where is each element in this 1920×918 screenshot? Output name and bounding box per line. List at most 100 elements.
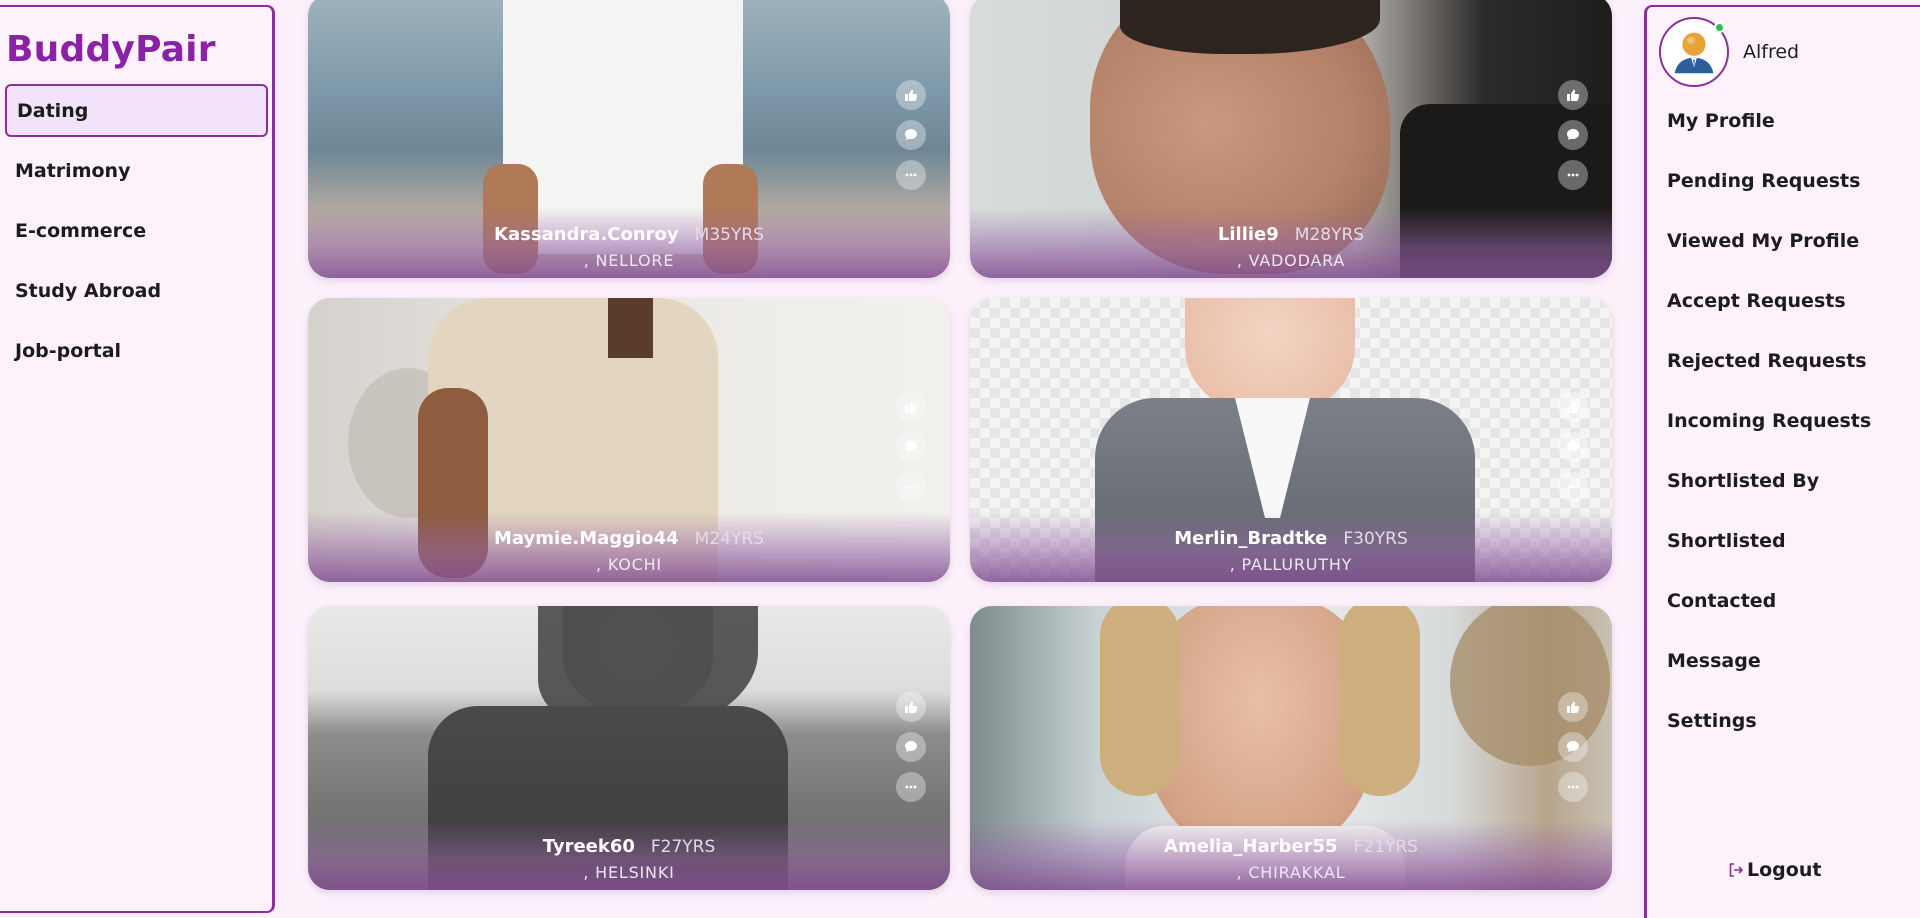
profile-card[interactable]: Amelia_Harber55 F21YRS , CHIRAKKAL	[970, 606, 1612, 890]
profile-card[interactable]: Kassandra.Conroy M35YRS , NELLORE	[308, 0, 950, 278]
menu-item-rejected-requests[interactable]: Rejected Requests	[1667, 331, 1871, 391]
card-info: Kassandra.Conroy M35YRS , NELLORE	[308, 224, 950, 270]
profile-meta: F21YRS	[1353, 837, 1418, 857]
profile-card[interactable]: Maymie.Maggio44 M24YRS , KOCHI	[308, 298, 950, 582]
profile-meta: F30YRS	[1343, 529, 1408, 549]
card-actions	[896, 392, 926, 512]
more-icon	[905, 785, 917, 789]
comment-icon	[905, 129, 917, 140]
card-info: Amelia_Harber55 F21YRS , CHIRAKKAL	[970, 836, 1612, 882]
profile-location: , KOCHI	[596, 555, 662, 574]
thumbs-up-icon	[905, 401, 918, 413]
profile-name[interactable]: Maymie.Maggio44	[494, 528, 679, 549]
comment-button[interactable]	[896, 432, 926, 462]
card-actions	[896, 80, 926, 200]
card-info: Merlin_Bradtke F30YRS , PALLURUTHY	[970, 528, 1612, 574]
profile-name[interactable]: Kassandra.Conroy	[494, 224, 679, 245]
menu-item-viewed-my-profile[interactable]: Viewed My Profile	[1667, 211, 1871, 271]
profile-meta: M28YRS	[1294, 225, 1365, 245]
like-button[interactable]	[896, 80, 926, 110]
comment-icon	[905, 741, 917, 752]
avatar[interactable]	[1659, 17, 1729, 87]
card-actions	[896, 692, 926, 812]
left-nav: Dating Matrimony E-commerce Study Abroad…	[5, 84, 268, 384]
menu-item-my-profile[interactable]: My Profile	[1667, 91, 1871, 151]
menu-item-accept-requests[interactable]: Accept Requests	[1667, 271, 1871, 331]
profile-name[interactable]: Lillie9	[1218, 224, 1279, 245]
menu-item-shortlisted[interactable]: Shortlisted	[1667, 511, 1871, 571]
nav-item-job-portal[interactable]: Job-portal	[5, 324, 268, 377]
account-menu: My Profile Pending Requests Viewed My Pr…	[1667, 105, 1871, 765]
menu-item-pending-requests[interactable]: Pending Requests	[1667, 151, 1871, 211]
left-sidebar: BuddyPair Dating Matrimony E-commerce St…	[0, 5, 275, 913]
thumbs-up-icon	[1567, 401, 1580, 413]
menu-item-contacted[interactable]: Contacted	[1667, 571, 1871, 631]
more-button[interactable]	[1558, 160, 1588, 190]
logout-label: Logout	[1747, 859, 1822, 881]
profile-location: , VADODARA	[1236, 251, 1346, 270]
like-button[interactable]	[896, 392, 926, 422]
more-button[interactable]	[896, 472, 926, 502]
card-info: Lillie9 M28YRS , VADODARA	[970, 224, 1612, 270]
more-icon	[1567, 173, 1579, 177]
comment-icon	[1567, 441, 1579, 452]
online-status-dot	[1714, 22, 1725, 33]
nav-item-ecommerce[interactable]: E-commerce	[5, 204, 268, 257]
profile-name[interactable]: Amelia_Harber55	[1164, 836, 1338, 857]
like-button[interactable]	[1558, 80, 1588, 110]
profile-name[interactable]: Merlin_Bradtke	[1174, 528, 1327, 549]
more-icon	[1567, 485, 1579, 489]
profile-card[interactable]: Tyreek60 F27YRS , HELSINKI	[308, 606, 950, 890]
nav-item-matrimony[interactable]: Matrimony	[5, 144, 268, 197]
profile-card[interactable]: Merlin_Bradtke F30YRS , PALLURUTHY	[970, 298, 1612, 582]
menu-item-shortlisted-by[interactable]: Shortlisted By	[1667, 451, 1871, 511]
user-profile-header: Alfred	[1659, 17, 1799, 87]
comment-button[interactable]	[1558, 732, 1588, 762]
comment-button[interactable]	[896, 732, 926, 762]
more-icon	[905, 173, 917, 177]
menu-item-settings[interactable]: Settings	[1667, 691, 1871, 751]
thumbs-up-icon	[1567, 89, 1580, 101]
comment-icon	[905, 441, 917, 452]
nav-item-study-abroad[interactable]: Study Abroad	[5, 264, 268, 317]
more-button[interactable]	[896, 160, 926, 190]
card-info: Tyreek60 F27YRS , HELSINKI	[308, 836, 950, 882]
user-name: Alfred	[1743, 41, 1800, 63]
profile-meta: M24YRS	[694, 529, 764, 549]
comment-button[interactable]	[896, 120, 926, 150]
more-button[interactable]	[896, 772, 926, 802]
comment-button[interactable]	[1558, 120, 1588, 150]
menu-item-incoming-requests[interactable]: Incoming Requests	[1667, 391, 1871, 451]
card-actions	[1558, 392, 1588, 512]
profile-location: , HELSINKI	[583, 863, 675, 882]
logout-icon	[1729, 863, 1744, 877]
more-button[interactable]	[1558, 772, 1588, 802]
comment-button[interactable]	[1558, 432, 1588, 462]
like-button[interactable]	[896, 692, 926, 722]
menu-item-message[interactable]: Message	[1667, 631, 1871, 691]
profile-name[interactable]: Tyreek60	[543, 836, 635, 857]
more-icon	[1567, 785, 1579, 789]
right-sidebar: Alfred My Profile Pending Requests Viewe…	[1644, 5, 1920, 918]
more-icon	[905, 485, 917, 489]
comment-icon	[1567, 129, 1579, 140]
profile-location: , PALLURUTHY	[1229, 555, 1353, 574]
nav-item-dating[interactable]: Dating	[5, 84, 268, 137]
thumbs-up-icon	[905, 89, 918, 101]
brand-logo[interactable]: BuddyPair	[6, 29, 216, 70]
card-info: Maymie.Maggio44 M24YRS , KOCHI	[308, 528, 950, 574]
thumbs-up-icon	[1567, 701, 1580, 713]
card-actions	[1558, 692, 1588, 812]
more-button[interactable]	[1558, 472, 1588, 502]
logout-button[interactable]: Logout	[1727, 859, 1821, 881]
like-button[interactable]	[1558, 692, 1588, 722]
like-button[interactable]	[1558, 392, 1588, 422]
profile-location: , NELLORE	[583, 251, 675, 270]
profile-location: , CHIRAKKAL	[1236, 863, 1346, 882]
comment-icon	[1567, 741, 1579, 752]
thumbs-up-icon	[905, 701, 918, 713]
profile-meta: M35YRS	[694, 225, 764, 245]
card-actions	[1558, 80, 1588, 200]
profile-card[interactable]: Lillie9 M28YRS , VADODARA	[970, 0, 1612, 278]
profile-meta: F27YRS	[650, 837, 716, 857]
